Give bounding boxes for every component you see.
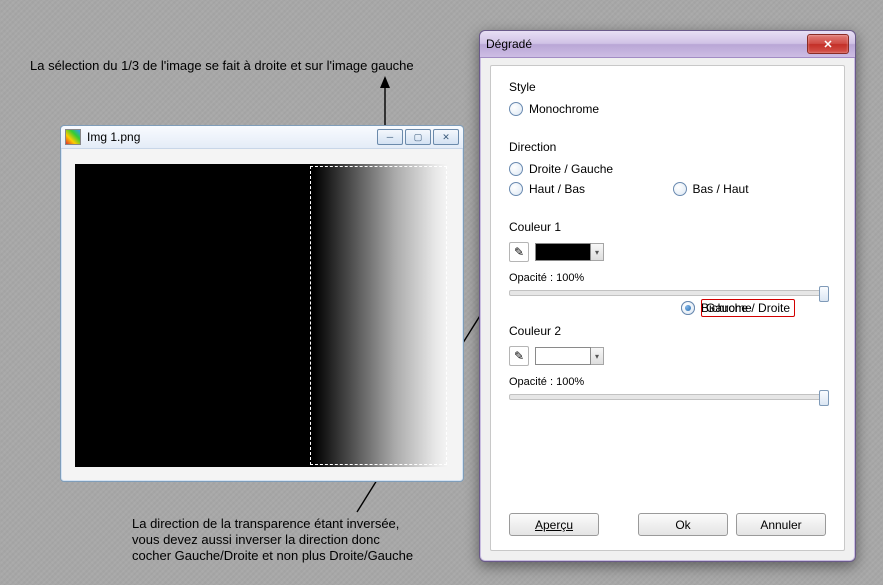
color1-picker-button[interactable]: ✎	[509, 242, 529, 262]
cancel-button[interactable]: Annuler	[736, 513, 826, 536]
image-window-titlebar[interactable]: Img 1.png ─ ▢ ✕	[61, 126, 463, 149]
radio-dot-icon	[673, 182, 687, 196]
radio-dot-icon	[509, 162, 523, 176]
ok-button[interactable]: Ok	[638, 513, 728, 536]
color1-swatch[interactable]	[535, 243, 591, 261]
dialog-title: Dégradé	[486, 37, 807, 51]
eyedropper-icon: ✎	[514, 245, 524, 259]
slider-thumb[interactable]	[819, 286, 829, 302]
eyedropper-icon: ✎	[514, 349, 524, 363]
selection-marquee	[310, 166, 447, 465]
radio-monochrome[interactable]: Monochrome	[509, 102, 669, 116]
radio-label: Gauche / Droite	[701, 299, 795, 317]
color1-dropdown[interactable]: ▾	[591, 243, 604, 261]
preview-button[interactable]: Aperçu	[509, 513, 599, 536]
dialog-titlebar[interactable]: Dégradé ✕	[480, 31, 855, 58]
radio-haut-bas[interactable]: Haut / Bas	[509, 182, 663, 196]
gradient-dialog: Dégradé ✕ Style Bichrome Monochrome Dire…	[479, 30, 856, 562]
radio-dot-icon	[681, 301, 695, 315]
image-canvas[interactable]	[75, 164, 449, 467]
radio-dot-icon	[509, 102, 523, 116]
radio-gauche-droite[interactable]: Gauche / Droite	[680, 68, 842, 548]
maximize-button[interactable]: ▢	[405, 129, 431, 145]
dialog-close-button[interactable]: ✕	[807, 34, 849, 54]
radio-droite-gauche[interactable]: Droite / Gauche	[509, 162, 669, 176]
radio-label: Haut / Bas	[529, 182, 585, 196]
image-window-title: Img 1.png	[87, 130, 377, 144]
image-window: Img 1.png ─ ▢ ✕	[60, 125, 464, 482]
opacity1-slider[interactable]	[509, 290, 826, 296]
close-button[interactable]: ✕	[433, 129, 459, 145]
chevron-down-icon: ▾	[595, 352, 599, 361]
slider-thumb[interactable]	[819, 390, 829, 406]
close-icon: ✕	[823, 38, 832, 51]
opacity2-slider[interactable]	[509, 394, 826, 400]
radio-dot-icon	[509, 182, 523, 196]
color2-swatch[interactable]	[535, 347, 591, 365]
radio-label: Droite / Gauche	[529, 162, 613, 176]
button-label: Aperçu	[535, 518, 573, 532]
minimize-button[interactable]: ─	[377, 129, 403, 145]
color2-picker-button[interactable]: ✎	[509, 346, 529, 366]
image-file-icon	[65, 129, 81, 145]
annotation-bottom: La direction de la transparence étant in…	[132, 516, 413, 564]
chevron-down-icon: ▾	[595, 248, 599, 257]
annotation-top: La sélection du 1/3 de l'image se fait à…	[30, 58, 414, 74]
radio-label: Monochrome	[529, 102, 599, 116]
color2-dropdown[interactable]: ▾	[591, 347, 604, 365]
